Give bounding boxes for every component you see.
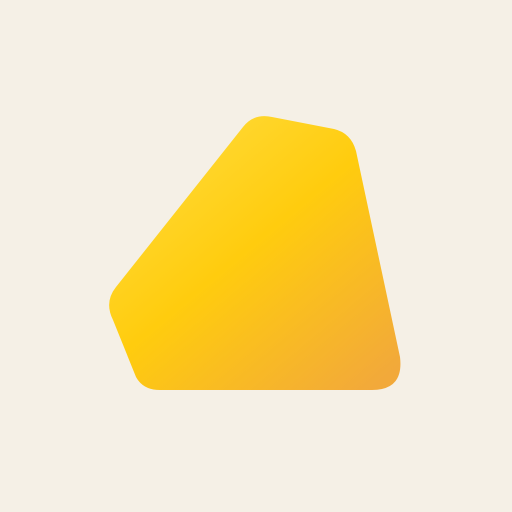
shape-graphic bbox=[0, 0, 512, 512]
canvas bbox=[0, 0, 512, 512]
